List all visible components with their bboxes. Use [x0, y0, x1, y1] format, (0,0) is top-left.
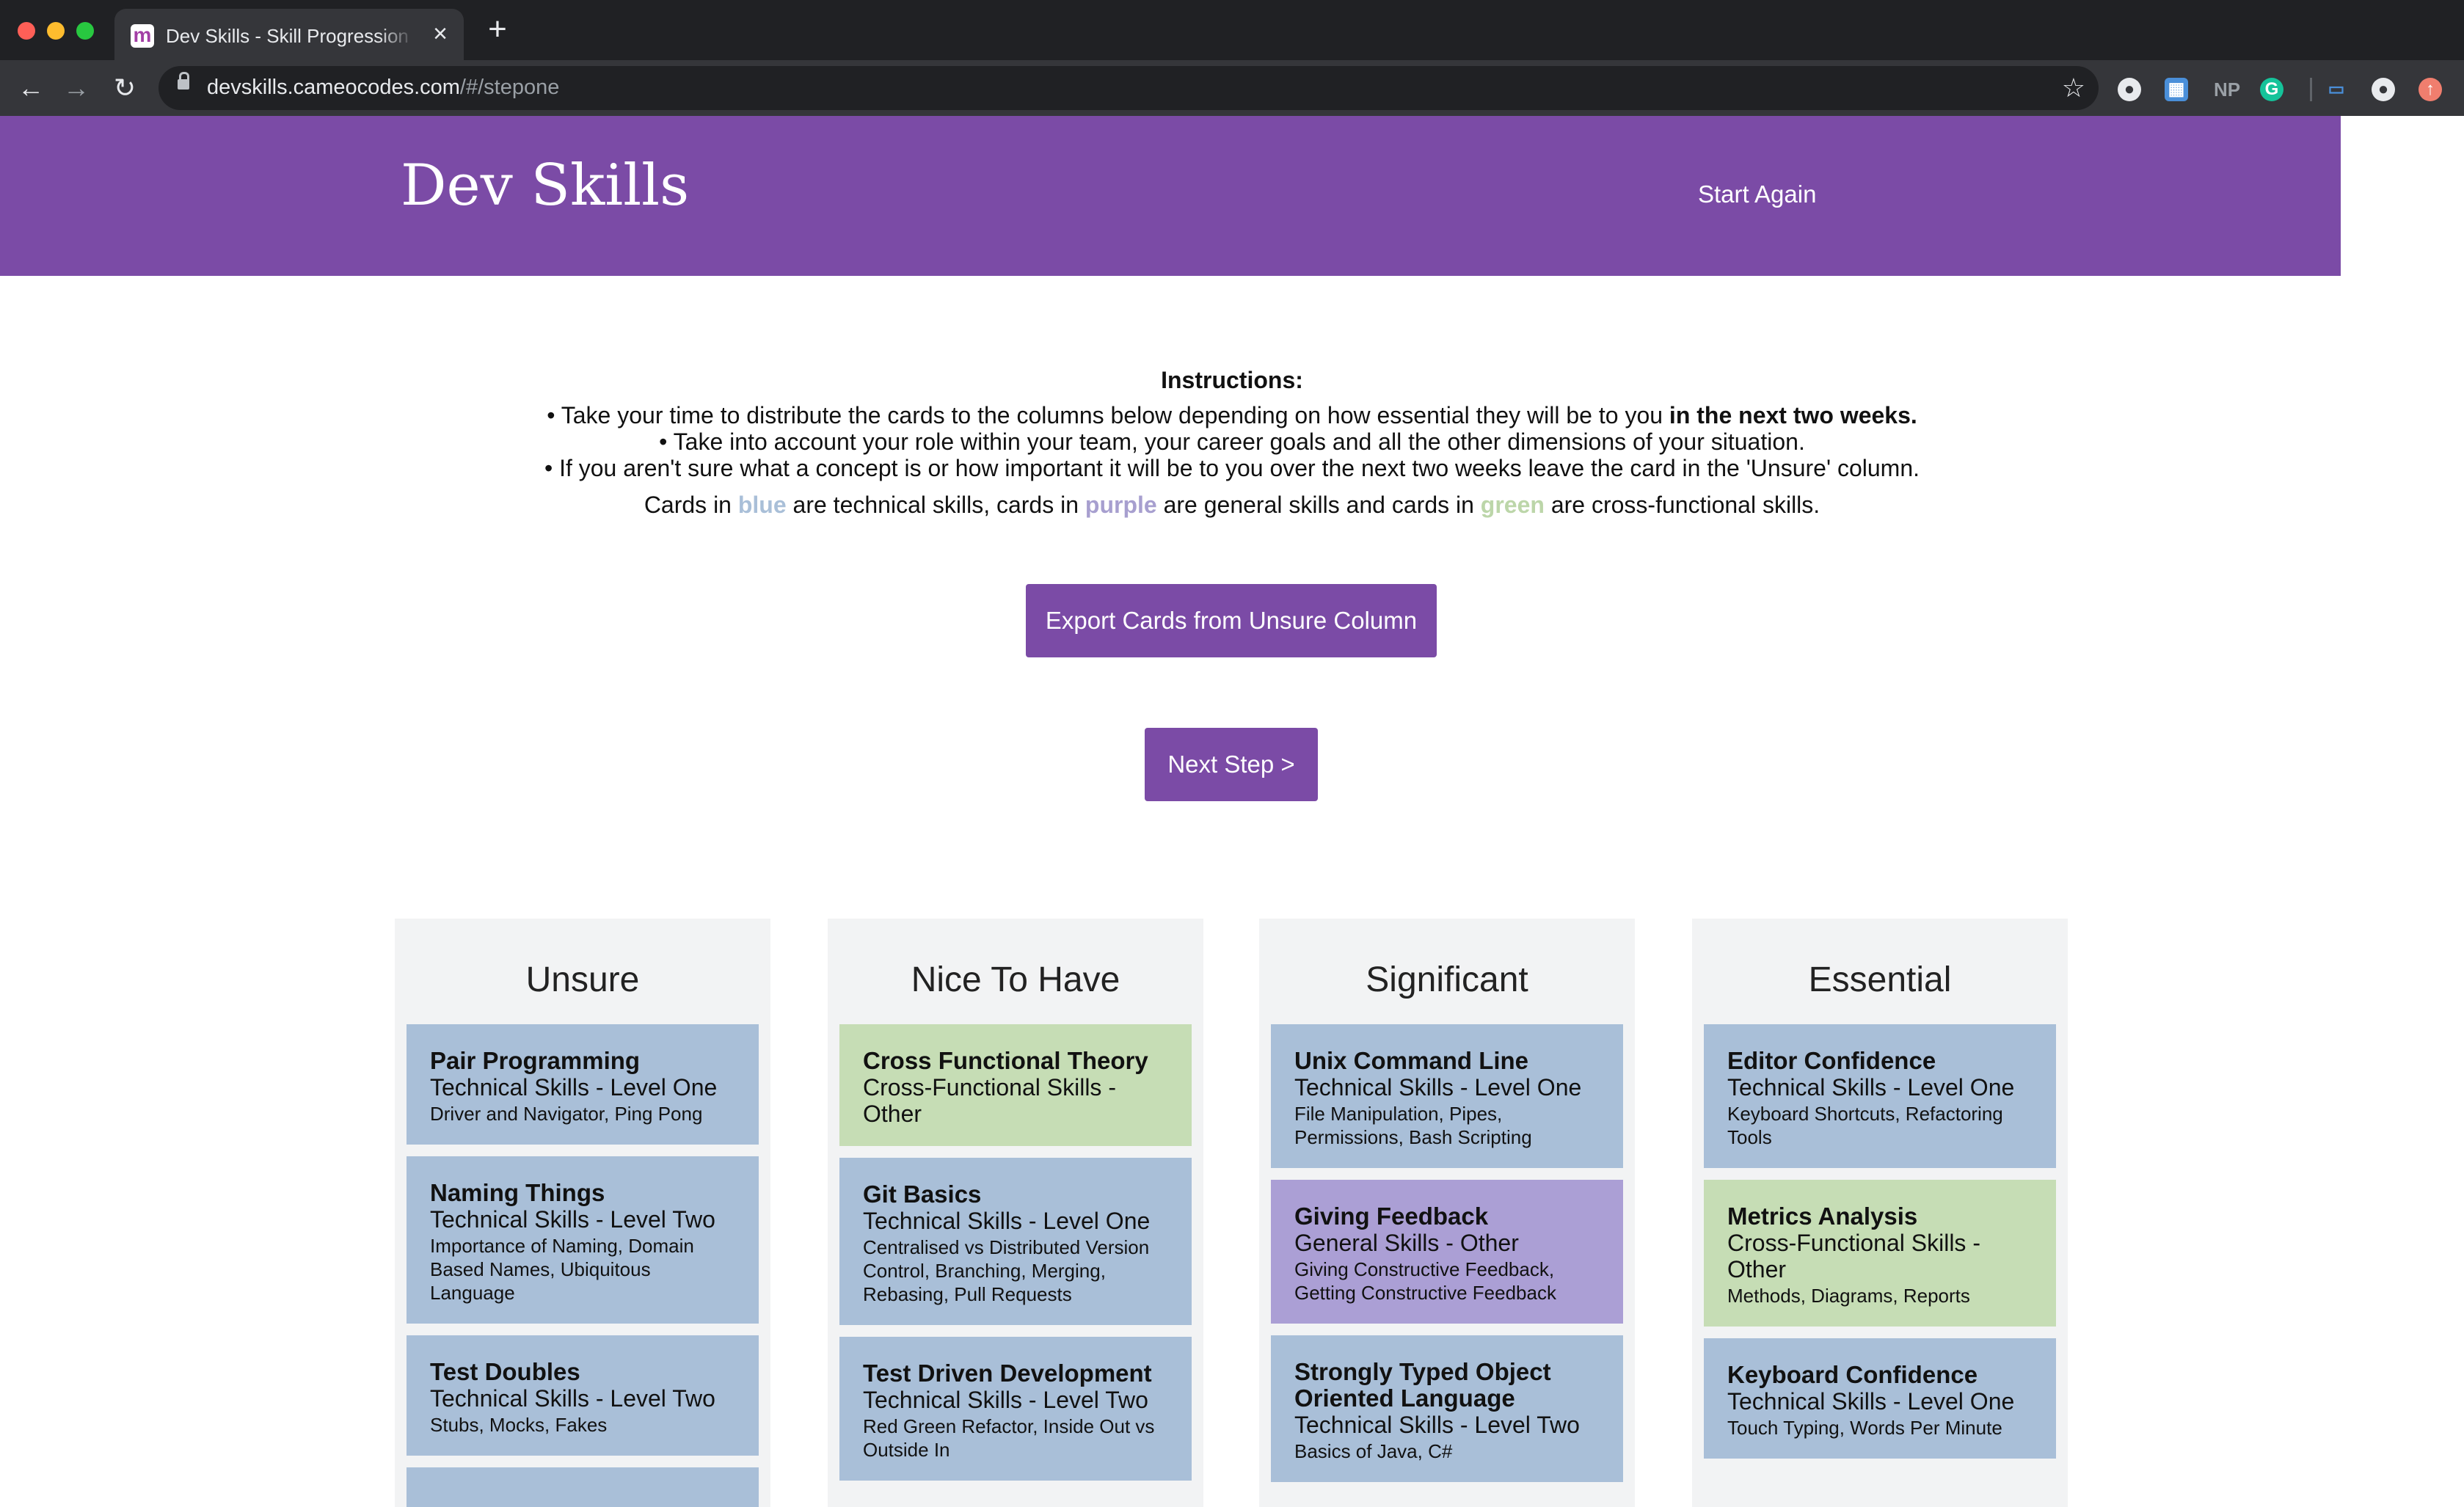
skill-card[interactable]: Unix Command Line Technical Skills - Leve… [1271, 1024, 1623, 1168]
reload-icon[interactable]: ↻ [107, 70, 142, 106]
np-extension-icon[interactable]: NP [2210, 78, 2244, 101]
skill-card[interactable]: Giving Feedback General Skills - Other Giv… [1271, 1180, 1623, 1324]
toolbar-divider [2310, 78, 2312, 101]
card-desc: Importance of Naming, Domain Based Names… [430, 1235, 694, 1304]
instructions: Instructions: • Take your time to distri… [0, 367, 2464, 518]
maximize-window-button[interactable] [76, 22, 94, 40]
favicon-icon: m [131, 24, 154, 48]
back-icon[interactable]: ← [13, 70, 48, 106]
card-category: Technical Skills - Level One [1727, 1074, 2015, 1101]
extension-icon[interactable]: ● [2118, 78, 2141, 101]
skill-card[interactable]: Cross Functional Theory Cross-Functional … [839, 1024, 1192, 1146]
column-title: Nice To Have [911, 960, 1120, 999]
card-title: Strongly Typed Object Oriented Language [1294, 1358, 1551, 1412]
profile-avatar-icon[interactable]: ● [2372, 78, 2395, 101]
skill-card[interactable]: Naming Things Technical Skills - Level Tw… [407, 1156, 759, 1324]
card-title: Test Doubles [430, 1358, 580, 1385]
skill-card[interactable] [407, 1467, 759, 1507]
instructions-heading: Instructions: [1161, 367, 1303, 393]
trello-extension-icon[interactable]: ▦ [2165, 78, 2188, 101]
legend-blue: blue [737, 492, 787, 518]
card-desc: Basics of Java, C# [1294, 1440, 1453, 1462]
browser-toolbar: ← → ↻ devskills.cameocodes.com/#/stepone… [0, 60, 2464, 116]
card-category: General Skills - Other [1294, 1230, 1519, 1256]
skill-card[interactable]: Keyboard Confidence Technical Skills - Le… [1704, 1338, 2056, 1459]
minimize-window-button[interactable] [47, 22, 65, 40]
card-desc: File Manipulation, Pipes, Permissions, B… [1294, 1103, 1532, 1148]
card-title: Pair Programming [430, 1047, 641, 1074]
card-title: Metrics Analysis [1727, 1203, 1918, 1230]
card-category: Technical Skills - Level Two [1294, 1412, 1580, 1438]
lock-icon [178, 72, 189, 90]
instruction-line-1: • Take your time to distribute the cards… [547, 402, 1917, 428]
next-step-button[interactable]: Next Step > [1145, 728, 1318, 801]
card-category: Cross-Functional Skills - Other [1727, 1230, 1980, 1282]
column-unsure[interactable]: Unsure Pair Programming Technical Skills … [395, 919, 770, 1507]
skill-card[interactable]: Editor Confidence Technical Skills - Leve… [1704, 1024, 2056, 1168]
card-title: Keyboard Confidence [1727, 1361, 1978, 1388]
card-desc: Driver and Navigator, Ping Pong [430, 1103, 703, 1125]
tab-title: Dev Skills - Skill Progression and Prior… [166, 25, 415, 47]
column-title: Unsure [525, 960, 640, 999]
close-tab-icon[interactable]: × [427, 21, 453, 47]
card-title: Editor Confidence [1727, 1047, 1936, 1074]
bookmark-star-icon[interactable]: ☆ [2062, 72, 2085, 104]
card-desc: Stubs, Mocks, Fakes [430, 1414, 608, 1436]
instruction-line-3: • If you aren't sure what a concept is o… [544, 455, 1920, 481]
column-title: Significant [1366, 960, 1528, 999]
card-category: Cross-Functional Skills - Other [863, 1074, 1116, 1127]
card-desc: Centralised vs Distributed Version Contr… [863, 1236, 1150, 1305]
column-nice-to-have[interactable]: Nice To Have Cross Functional Theory Cros… [828, 919, 1203, 1507]
card-desc: Touch Typing, Words Per Minute [1727, 1417, 2002, 1439]
card-desc: Keyboard Shortcuts, Refactoring Tools [1727, 1103, 2003, 1148]
brand-title[interactable]: Dev Skills [401, 153, 689, 219]
card-title: Naming Things [430, 1179, 605, 1206]
grammarly-extension-icon[interactable]: G [2260, 78, 2283, 101]
forward-icon[interactable]: → [59, 70, 94, 106]
card-category: Technical Skills - Level Two [863, 1387, 1148, 1413]
color-legend: Cards in blue are technical skills, card… [644, 492, 1820, 518]
column-essential[interactable]: Essential Editor Confidence Technical Ski… [1692, 919, 2068, 1507]
skill-card[interactable]: Strongly Typed Object Oriented Language T… [1271, 1335, 1623, 1482]
legend-purple: purple [1085, 492, 1157, 518]
export-unsure-button[interactable]: Export Cards from Unsure Column [1026, 584, 1437, 657]
cast-icon[interactable]: ▭ [2325, 78, 2348, 101]
card-category: Technical Skills - Level One [1294, 1074, 1582, 1101]
card-desc: Red Green Refactor, Inside Out vs Outsid… [863, 1415, 1155, 1461]
card-desc: Methods, Diagrams, Reports [1727, 1285, 1970, 1307]
card-title: Unix Command Line [1294, 1047, 1529, 1074]
start-again-link[interactable]: Start Again [1698, 180, 1816, 208]
instruction-line-2: • Take into account your role within you… [659, 428, 1805, 455]
card-category: Technical Skills - Level One [430, 1074, 718, 1101]
site-header: Dev Skills Start Again [0, 116, 2341, 276]
skill-card[interactable]: Metrics Analysis Cross-Functional Skills … [1704, 1180, 2056, 1327]
card-title: Git Basics [863, 1181, 982, 1208]
skill-card[interactable]: Git Basics Technical Skills - Level One Ce… [839, 1158, 1192, 1325]
address-bar[interactable]: devskills.cameocodes.com/#/stepone ☆ [158, 66, 2099, 110]
update-icon[interactable]: ↑ [2419, 78, 2442, 101]
card-title: Test Driven Development [863, 1360, 1152, 1387]
column-significant[interactable]: Significant Unix Command Line Technical S… [1259, 919, 1635, 1507]
skill-card[interactable]: Pair Programming Technical Skills - Level… [407, 1024, 759, 1145]
new-tab-icon[interactable]: + [483, 13, 512, 45]
card-category: Technical Skills - Level One [863, 1208, 1151, 1234]
card-category: Technical Skills - Level One [1727, 1388, 2015, 1415]
card-title: Giving Feedback [1294, 1203, 1489, 1230]
legend-green: green [1480, 492, 1545, 518]
card-desc: Giving Constructive Feedback, Getting Co… [1294, 1258, 1556, 1304]
card-category: Technical Skills - Level Two [430, 1385, 715, 1412]
close-window-button[interactable] [18, 22, 35, 40]
browser-titlebar: m Dev Skills - Skill Progression and Pri… [0, 0, 2464, 62]
column-title: Essential [1808, 960, 1952, 999]
skill-card[interactable]: Test Doubles Technical Skills - Level Two… [407, 1335, 759, 1456]
url-text: devskills.cameocodes.com/#/stepone [207, 76, 560, 99]
skill-card[interactable]: Test Driven Development Technical Skills … [839, 1337, 1192, 1481]
card-title: Cross Functional Theory [863, 1047, 1148, 1074]
browser-tab[interactable]: m Dev Skills - Skill Progression and Pri… [114, 9, 464, 62]
card-category: Technical Skills - Level Two [430, 1206, 715, 1233]
